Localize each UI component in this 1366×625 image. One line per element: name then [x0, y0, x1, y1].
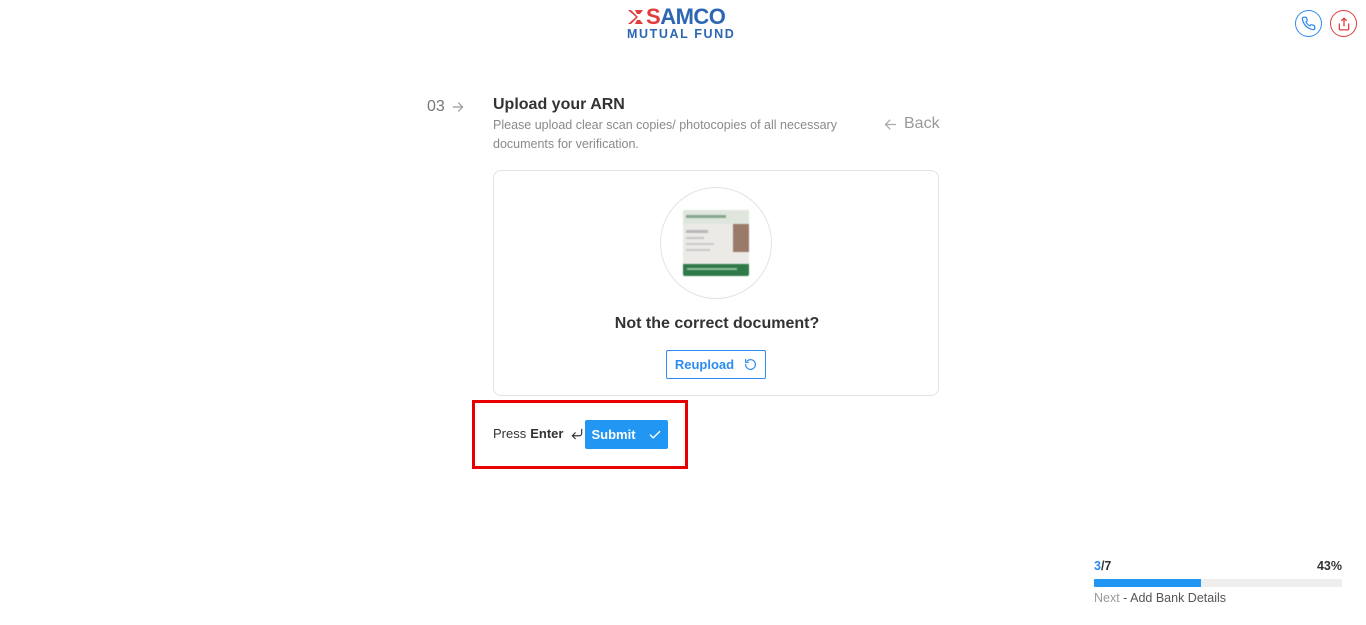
- enter-key-icon: [572, 428, 583, 439]
- document-thumbnail-image: [683, 210, 749, 276]
- progress-step-count: 3/7: [1094, 559, 1111, 575]
- enter-text: Enter: [530, 426, 564, 441]
- progress-percent: 43%: [1316, 559, 1342, 573]
- page: SAMCO MUTUAL FUND 03 Upload your ARN Ple…: [0, 0, 1366, 625]
- share-button[interactable]: [1330, 10, 1357, 37]
- reupload-button[interactable]: Reupload: [666, 350, 766, 379]
- step-title: Upload your ARN: [493, 96, 625, 113]
- reupload-label: Reupload: [674, 357, 735, 372]
- arrow-right-icon: [452, 102, 464, 112]
- step-description: Please upload clear scan copies/ photoco…: [493, 118, 837, 151]
- step-number: 03: [427, 98, 465, 116]
- press-enter-hint: Press Enter: [493, 426, 584, 441]
- logo-wordmark: SAMCO: [646, 4, 726, 29]
- submit-button[interactable]: Submit: [585, 420, 668, 449]
- next-label: Next: [1094, 591, 1120, 605]
- upload-card: Not the correct document? Reupload: [493, 170, 939, 396]
- logo-wordmark-amco: AMCO: [660, 4, 726, 29]
- next-separator: -: [1119, 591, 1131, 605]
- progress-total-steps: /7: [1100, 559, 1112, 573]
- step-number-text: 03: [427, 98, 445, 115]
- incorrect-document-prompt: Not the correct document?: [614, 315, 820, 332]
- back-label: Back: [904, 115, 940, 132]
- press-text: Press: [493, 426, 527, 441]
- progress-current-step: 3: [1094, 559, 1101, 573]
- samco-mark-icon: [628, 10, 643, 24]
- arrow-left-icon: [884, 119, 897, 129]
- progress-bar: [1094, 579, 1342, 587]
- next-step-name: Add Bank Details: [1130, 591, 1227, 605]
- call-button[interactable]: [1295, 10, 1322, 37]
- samco-logo[interactable]: SAMCO MUTUAL FUND: [626, 4, 742, 42]
- refresh-icon: [745, 359, 757, 370]
- phone-icon: [1301, 16, 1316, 31]
- logo-top-row: SAMCO: [626, 4, 742, 29]
- progress-header: 3/7 43%: [1094, 559, 1342, 575]
- next-step-info: Next - Add Bank Details: [1094, 591, 1342, 605]
- share-icon: [1338, 17, 1349, 30]
- document-preview[interactable]: [660, 187, 772, 299]
- progress-indicator: 3/7 43% Next - Add Bank Details: [1094, 559, 1342, 605]
- submit-label: Submit: [591, 427, 636, 442]
- back-button[interactable]: Back: [883, 115, 940, 133]
- progress-bar-fill: [1094, 579, 1201, 587]
- logo-subtitle: MUTUAL FUND: [627, 27, 736, 41]
- check-icon: [649, 430, 660, 439]
- logo-wordmark-s: S: [646, 4, 661, 29]
